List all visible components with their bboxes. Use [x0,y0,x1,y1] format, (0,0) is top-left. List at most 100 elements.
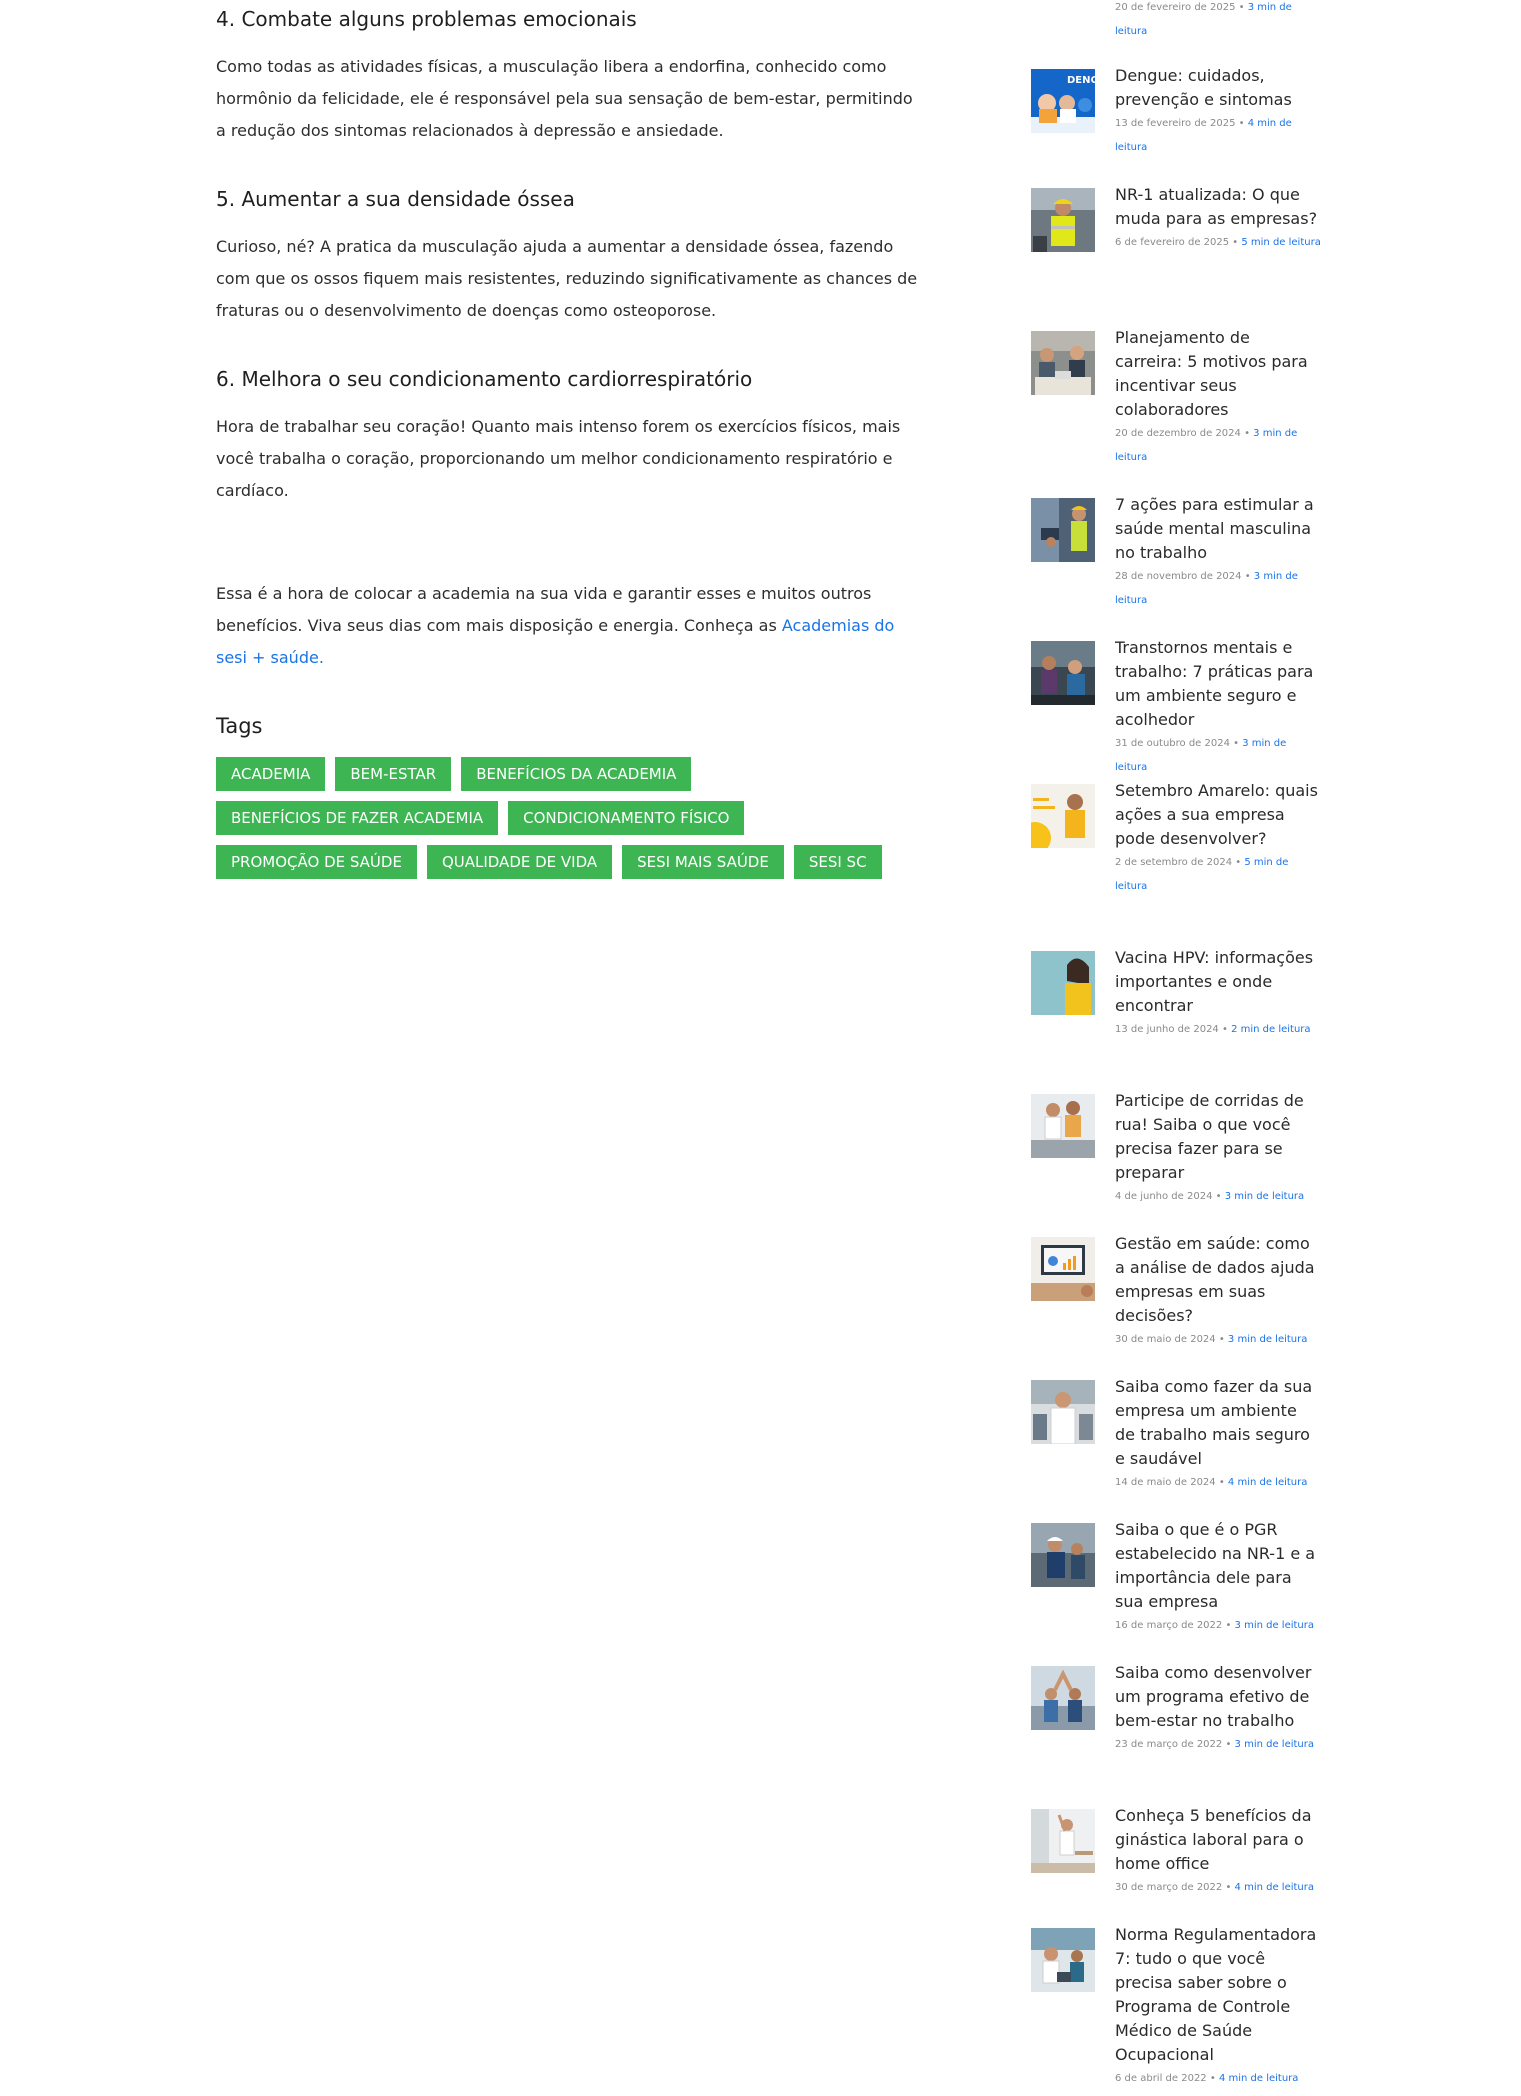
post-title[interactable]: Planejamento de carreira: 5 motivos para… [1115,326,1321,422]
meta-separator: • [1235,118,1248,129]
post-date: 23 de março de 2022 [1115,1739,1223,1750]
post-meta: 13 de junho de 2024 • 2 min de leitura [1115,1018,1321,1042]
post-thumbnail[interactable] [1031,498,1095,562]
post-date: 28 de novembro de 2024 [1115,571,1242,582]
post-meta: 28 de novembro de 2024 • 3 min de leitur… [1115,565,1321,613]
post-read-time: 4 min de leitura [1227,1477,1308,1488]
section-paragraph-4: Como todas as atividades físicas, a musc… [216,57,913,140]
meta-separator: • [1232,857,1245,868]
section-paragraph-6: Hora de trabalhar seu coração! Quanto ma… [216,417,901,500]
post-thumbnail[interactable] [1031,331,1095,395]
tag-promocao-de-saude[interactable]: PROMOÇÃO DE SAÚDE [216,845,417,879]
post-title[interactable]: Setembro Amarelo: quais ações a sua empr… [1115,779,1321,851]
tag-sesi-sc[interactable]: SESI SC [793,845,882,879]
post-text: NR-1 atualizada: O que muda para as empr… [1115,183,1321,255]
workplace-doctor-image [1031,1380,1095,1444]
street-running-image [1031,1094,1095,1158]
post-text: Setembro Amarelo: quais ações a sua empr… [1115,779,1321,899]
post-read-time: 4 min de leitura [1234,1882,1314,1893]
post-read-time: 3 min de leitura [1227,1334,1308,1345]
post-date: 20 de dezembro de 2024 [1115,428,1241,439]
conclusion-paragraph: Essa é a hora de colocar a academia na s… [216,578,924,674]
hpv-vaccine-image [1031,951,1095,1015]
post-read-time: 3 min de leitura [1234,1620,1314,1631]
section-heading-5: 5. Aumentar a sua densidade óssea [216,187,575,211]
post-thumbnail[interactable] [1031,1523,1095,1587]
post-title[interactable]: Saiba como fazer da sua empresa um ambie… [1115,1375,1321,1471]
post-date: 6 de fevereiro de 2025 [1115,237,1230,248]
post-thumbnail[interactable] [1031,188,1095,252]
post-thumbnail[interactable] [1031,951,1095,1015]
industrial-workers-image [1031,498,1095,562]
post-date: 6 de abril de 2022 [1115,2073,1207,2084]
post-meta: 14 de maio de 2024 • 4 min de leitura [1115,1471,1321,1495]
post-date: 31 de outubro de 2024 [1115,738,1230,749]
post-title[interactable]: Saiba o que é o PGR estabelecido na NR-1… [1115,1518,1321,1614]
post-title[interactable]: Vacina HPV: informações importantes e on… [1115,946,1321,1018]
meta-separator: • [1222,1739,1235,1750]
post-meta: 30 de maio de 2024 • 3 min de leitura [1115,1328,1321,1352]
post-text: Dengue: cuidados, prevenção e sintomas 1… [1115,64,1321,160]
tag-beneficios-da-academia[interactable]: BENEFÍCIOS DA ACADEMIA [461,757,692,791]
post-text: 7 ações para estimular a saúde mental ma… [1115,493,1321,613]
post-thumbnail[interactable] [1031,1928,1095,1992]
meta-separator: • [1215,1477,1228,1488]
post-title[interactable]: Participe de corridas de rua! Saiba o qu… [1115,1089,1321,1185]
post-text: Participe de corridas de rua! Saiba o qu… [1115,1089,1321,1209]
tag-beneficios-de-fazer-academia[interactable]: BENEFÍCIOS DE FAZER ACADEMIA [216,801,499,835]
workplace-team-image [1031,641,1095,705]
post-thumbnail[interactable] [1031,1809,1095,1873]
post-text: Saiba o que é o PGR estabelecido na NR-1… [1115,1518,1321,1638]
safety-worker-image [1031,188,1095,252]
post-date: 4 de junho de 2024 [1115,1191,1213,1202]
post-text: Saiba como fazer da sua empresa um ambie… [1115,1375,1321,1495]
post-meta: 31 de outubro de 2024 • 3 min de leitura [1115,732,1321,780]
section-heading-6: 6. Melhora o seu condicionamento cardior… [216,367,753,391]
tag-sesi-mais-saude[interactable]: SESI MAIS SAÚDE [622,845,784,879]
thumb-text: DENG [1067,75,1095,86]
post-text: Conheça 5 benefícios da ginástica labora… [1115,1804,1321,1900]
dengue-campaign-image: DENG [1031,69,1095,133]
post-meta: 30 de março de 2022 • 4 min de leitura [1115,1876,1321,1900]
post-meta: 23 de março de 2022 • 3 min de leitura [1115,1733,1321,1757]
meta-separator: • [1215,1334,1228,1345]
post-date: 30 de maio de 2024 [1115,1334,1216,1345]
tag-academia[interactable]: ACADEMIA [216,757,326,791]
post-text: Saiba como desenvolver um programa efeti… [1115,1661,1321,1757]
post-thumbnail[interactable] [1031,1094,1095,1158]
post-title[interactable]: Saiba como desenvolver um programa efeti… [1115,1661,1321,1733]
post-date: 13 de junho de 2024 [1115,1024,1219,1035]
post-thumbnail[interactable] [1031,1380,1095,1444]
post-text: Planejamento de carreira: 5 motivos para… [1115,326,1321,470]
tag-condicionamento-fisico[interactable]: CONDICIONAMENTO FÍSICO [508,801,745,835]
post-title[interactable]: Conheça 5 benefícios da ginástica labora… [1115,1804,1321,1876]
post-title[interactable]: Norma Regulamentadora 7: tudo o que você… [1115,1923,1321,2067]
post-title[interactable]: Gestão em saúde: como a análise de dados… [1115,1232,1321,1328]
post-text: Gestão em saúde: como a análise de dados… [1115,1232,1321,1352]
post-thumbnail[interactable] [1031,1237,1095,1301]
post-date: 20 de fevereiro de 2025 [1115,2,1236,13]
tag-bem-estar[interactable]: BEM-ESTAR [335,757,452,791]
post-thumbnail[interactable] [1031,1666,1095,1730]
post-title[interactable]: Transtornos mentais e trabalho: 7 prátic… [1115,636,1321,732]
post-thumbnail[interactable] [1031,641,1095,705]
post-read-time: 3 min de leitura [1224,1191,1305,1202]
post-title[interactable]: NR-1 atualizada: O que muda para as empr… [1115,183,1321,231]
post-text: Norma Regulamentadora 7: tudo o que você… [1115,1923,1321,2091]
data-analysis-image [1031,1237,1095,1301]
tag-qualidade-de-vida[interactable]: QUALIDADE DE VIDA [426,845,613,879]
meta-separator: • [1229,738,1243,749]
pgr-engineer-image [1031,1523,1095,1587]
tags-list: ACADEMIA BEM-ESTAR BENEFÍCIOS DA ACADEMI… [216,757,936,889]
career-meeting-image [1031,331,1095,395]
post-thumbnail[interactable] [1031,784,1095,848]
post-thumbnail[interactable]: DENG [1031,69,1095,133]
post-meta: 6 de abril de 2022 • 4 min de leitura [1115,2067,1321,2091]
post-date: 13 de fevereiro de 2025 [1115,118,1236,129]
post-title[interactable]: Dengue: cuidados, prevenção e sintomas [1115,64,1321,112]
post-date: 30 de março de 2022 [1115,1882,1223,1893]
post-title[interactable]: 7 ações para estimular a saúde mental ma… [1115,493,1321,565]
meta-separator: • [1235,2,1248,13]
tags-row: ACADEMIA BEM-ESTAR BENEFÍCIOS DA ACADEMI… [216,757,936,791]
tags-heading: Tags [216,714,263,738]
